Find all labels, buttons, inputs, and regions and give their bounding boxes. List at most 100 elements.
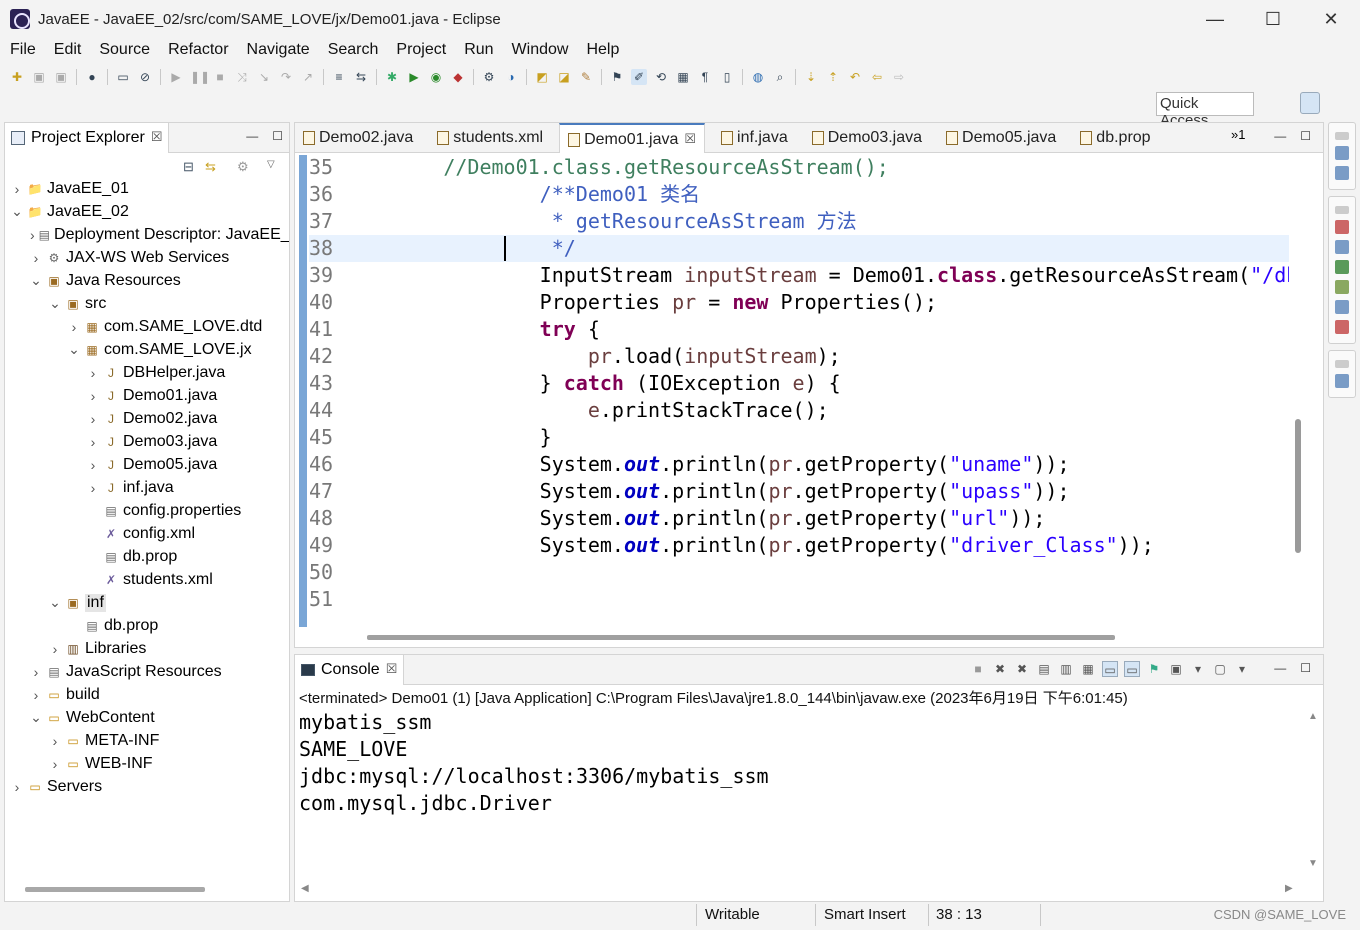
- link-with-editor-icon[interactable]: ⇆: [205, 159, 221, 175]
- markers-icon[interactable]: [1335, 220, 1349, 234]
- scroll-down-icon[interactable]: ▼: [1307, 858, 1319, 869]
- block-selection-icon[interactable]: ▦: [675, 69, 691, 85]
- chevron-right-icon[interactable]: ›: [68, 319, 80, 335]
- menu-project[interactable]: Project: [396, 41, 446, 59]
- open-console-icon[interactable]: ▾: [1190, 661, 1206, 677]
- maximize-view-icon[interactable]: ☐: [1300, 661, 1311, 675]
- resume-icon[interactable]: ▶: [168, 69, 184, 85]
- tree-item[interactable]: ⌄ 📁 JavaEE_02: [5, 200, 289, 223]
- chevron-right-icon[interactable]: ›: [87, 434, 99, 450]
- editor-tab[interactable]: Demo03.java: [804, 123, 930, 153]
- scroll-lock-icon[interactable]: ▥: [1058, 661, 1074, 677]
- menu-run[interactable]: Run: [464, 41, 493, 59]
- new-java-class-icon[interactable]: ◑: [503, 69, 519, 85]
- drop-frame-icon[interactable]: ⇆: [353, 69, 369, 85]
- minimize-editor-icon[interactable]: —: [1274, 129, 1286, 143]
- suspend-icon[interactable]: ❚❚: [190, 69, 210, 85]
- word-wrap-icon[interactable]: ⟲: [653, 69, 669, 85]
- tree-item[interactable]: ▤ config.properties: [5, 499, 289, 522]
- chevron-right-icon[interactable]: ›: [49, 756, 61, 772]
- word-wrap-icon[interactable]: ▦: [1080, 661, 1096, 677]
- show-stderr-icon[interactable]: ▭: [1124, 661, 1140, 677]
- open-folder-icon[interactable]: ◪: [556, 69, 572, 85]
- run-icon[interactable]: ▶: [406, 69, 422, 85]
- problems-icon[interactable]: [1335, 320, 1349, 334]
- chevron-down-icon[interactable]: ⌄: [30, 709, 42, 726]
- chevron-right-icon[interactable]: ›: [30, 227, 35, 243]
- next-edit-icon[interactable]: ⇣: [803, 69, 819, 85]
- restore-icon[interactable]: [1335, 132, 1349, 140]
- next-annotation-icon[interactable]: ⚑: [609, 69, 625, 85]
- tree-item[interactable]: ▤ db.prop: [5, 545, 289, 568]
- open-task-icon[interactable]: ✎: [578, 69, 594, 85]
- tree-item[interactable]: › ▤ JavaScript Resources: [5, 660, 289, 683]
- tree-item[interactable]: › J Demo05.java: [5, 453, 289, 476]
- quick-access-input[interactable]: Quick Access: [1156, 92, 1254, 129]
- tree-item[interactable]: ✗ config.xml: [5, 522, 289, 545]
- minimize-view-icon[interactable]: —: [246, 129, 258, 143]
- debug-icon[interactable]: ✱: [384, 69, 400, 85]
- view-menu-icon[interactable]: ▽: [267, 159, 283, 175]
- restore-icon[interactable]: [1335, 206, 1349, 214]
- menu-window[interactable]: Window: [512, 41, 569, 59]
- close-button[interactable]: ✕: [1302, 0, 1360, 38]
- tree-item[interactable]: › ▥ Libraries: [5, 637, 289, 660]
- chevron-right-icon[interactable]: ›: [11, 181, 23, 197]
- editor-tab[interactable]: inf.java: [713, 123, 796, 153]
- remove-launch-icon[interactable]: ✖: [992, 661, 1008, 677]
- editor-tab[interactable]: db.prop: [1072, 123, 1158, 153]
- step-over-icon[interactable]: ↷: [278, 69, 294, 85]
- globe-icon[interactable]: ◍: [750, 69, 766, 85]
- coverage-icon[interactable]: ◉: [428, 69, 444, 85]
- tree-item[interactable]: › ▭ Servers: [5, 775, 289, 798]
- menu-file[interactable]: File: [10, 41, 36, 59]
- chevron-down-icon[interactable]: ⌄: [30, 272, 42, 289]
- data-source-icon[interactable]: [1335, 280, 1349, 294]
- properties-icon[interactable]: [1335, 240, 1349, 254]
- help-icon[interactable]: [1335, 374, 1349, 388]
- project-explorer-tab[interactable]: Project Explorer ☒: [5, 122, 170, 153]
- disconnect-icon[interactable]: ⤨: [234, 69, 250, 85]
- chevron-right-icon[interactable]: ›: [87, 365, 99, 381]
- vertical-scrollbar[interactable]: ▲ ▼: [1307, 711, 1319, 877]
- close-icon[interactable]: ☒: [386, 661, 398, 677]
- vertical-scrollbar[interactable]: [1295, 419, 1301, 553]
- editor-tab[interactable]: Demo01.java ☒: [559, 123, 706, 153]
- chevron-down-icon[interactable]: ⌄: [11, 203, 23, 220]
- chevron-down-icon[interactable]: ⌄: [49, 295, 61, 312]
- horizontal-scrollbar[interactable]: [25, 887, 205, 892]
- chevron-right-icon[interactable]: ›: [87, 457, 99, 473]
- tree-item[interactable]: › Jinf.java: [5, 476, 289, 499]
- terminate-icon[interactable]: ■: [970, 661, 986, 677]
- chevron-right-icon[interactable]: ›: [30, 250, 42, 266]
- chevron-right-icon[interactable]: ›: [11, 779, 23, 795]
- new-server-icon[interactable]: ⚙: [481, 69, 497, 85]
- more-tabs-button[interactable]: »1: [1231, 127, 1245, 142]
- scroll-right-icon[interactable]: ▶: [1285, 883, 1293, 894]
- toggle-mark-occurrences-icon[interactable]: ✐: [631, 69, 647, 85]
- display-console-icon[interactable]: ▣: [1168, 661, 1184, 677]
- tree-item[interactable]: › ▭ WEB-INF: [5, 752, 289, 775]
- forward-icon[interactable]: ⇨: [891, 69, 907, 85]
- servers-icon[interactable]: [1335, 260, 1349, 274]
- step-into-icon[interactable]: ↘: [256, 69, 272, 85]
- scroll-left-icon[interactable]: ◀: [301, 883, 309, 894]
- chevron-down-icon[interactable]: ⌄: [68, 341, 80, 358]
- terminate-icon[interactable]: ■: [212, 69, 228, 85]
- chevron-down-icon[interactable]: ⌄: [49, 594, 61, 611]
- code-editor[interactable]: 35 //Demo01.class.getResourceAsStream();…: [309, 154, 1289, 626]
- tree-item[interactable]: › J Demo01.java: [5, 384, 289, 407]
- pin-console-icon[interactable]: ⚑: [1146, 661, 1162, 677]
- console-tab[interactable]: Console ☒: [295, 655, 405, 685]
- chevron-right-icon[interactable]: ›: [87, 411, 99, 427]
- last-edit-icon[interactable]: ↶: [847, 69, 863, 85]
- maximize-button[interactable]: ☐: [1244, 0, 1302, 38]
- chevron-right-icon[interactable]: ›: [49, 733, 61, 749]
- console-output[interactable]: mybatis_ssm SAME_LOVE jdbc:mysql://local…: [299, 709, 769, 817]
- tree-item[interactable]: › ▭ META-INF: [5, 729, 289, 752]
- outline-icon[interactable]: [1335, 146, 1349, 160]
- new-console-icon[interactable]: ▢: [1212, 661, 1228, 677]
- open-perspective-icon[interactable]: [1274, 92, 1294, 114]
- tree-item[interactable]: ⌄ ▣ Java Resources: [5, 269, 289, 292]
- prev-edit-icon[interactable]: ⇡: [825, 69, 841, 85]
